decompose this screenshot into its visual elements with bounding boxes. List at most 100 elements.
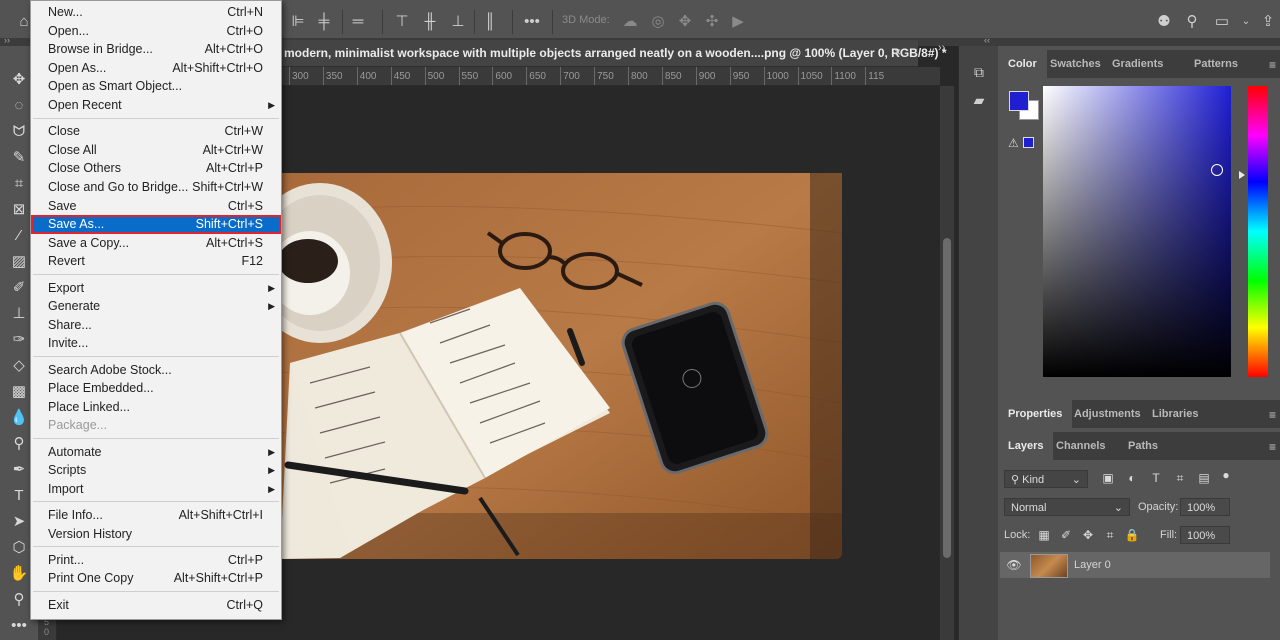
- menu-item-open-as-smart-object[interactable]: Open as Smart Object...: [31, 77, 281, 96]
- eyedropper-tool-icon[interactable]: ⁄: [9, 226, 29, 246]
- layer-filter-kind[interactable]: ⚲ Kind ⌄: [1004, 470, 1088, 488]
- history-brush-icon[interactable]: ✑: [9, 330, 29, 350]
- filter-adjustment-icon[interactable]: ◐: [1124, 471, 1140, 485]
- share-icon[interactable]: ⇪: [1258, 12, 1278, 32]
- blend-mode-select[interactable]: Normal ⌄: [1004, 498, 1130, 516]
- comments-panel-icon[interactable]: ▰: [969, 92, 989, 112]
- panel-menu-icon[interactable]: ≡: [1269, 408, 1276, 422]
- vertical-scrollbar[interactable]: [940, 86, 954, 640]
- healing-brush-icon[interactable]: ▨: [9, 252, 29, 272]
- quick-select-tool-icon[interactable]: ✎: [9, 148, 29, 168]
- opacity-field[interactable]: 100%⌄: [1180, 498, 1230, 532]
- saturation-brightness-field[interactable]: [1043, 86, 1231, 377]
- more-tools-icon[interactable]: •••: [9, 616, 29, 636]
- gradient-tool-icon[interactable]: ▩: [9, 382, 29, 402]
- layer-name[interactable]: Layer 0: [1074, 559, 1111, 571]
- more-options-icon[interactable]: •••: [522, 12, 542, 32]
- menu-item-export[interactable]: Export ▶: [31, 279, 281, 298]
- lasso-tool-icon[interactable]: ᗢ: [9, 122, 29, 142]
- shape-tool-icon[interactable]: ⬡: [9, 538, 29, 558]
- tab-adjustments[interactable]: Adjustments: [1064, 400, 1151, 428]
- menu-item-close[interactable]: Close Ctrl+W: [31, 122, 281, 141]
- menu-item-new[interactable]: New... Ctrl+N: [31, 3, 281, 22]
- menu-item-search-adobe-stock[interactable]: Search Adobe Stock...: [31, 361, 281, 380]
- filter-toggle-icon[interactable]: ●: [1218, 468, 1234, 482]
- panel-menu-icon[interactable]: ≡: [1269, 58, 1276, 72]
- zoom-tool-icon[interactable]: ⚲: [9, 590, 29, 610]
- menu-item-share[interactable]: Share...: [31, 316, 281, 335]
- hand-tool-icon[interactable]: ✋: [9, 564, 29, 584]
- learn-icon[interactable]: ⚉: [1154, 12, 1174, 32]
- document-image[interactable]: [280, 173, 842, 559]
- menu-item-revert[interactable]: Revert F12: [31, 252, 281, 271]
- menu-item-automate[interactable]: Automate ▶: [31, 443, 281, 462]
- marquee-tool-icon[interactable]: ◌: [9, 96, 29, 116]
- workspace-dropdown-icon[interactable]: ⌄: [1236, 12, 1256, 32]
- align-right-icon[interactable]: ═: [348, 12, 368, 32]
- menu-item-close-all[interactable]: Close All Alt+Ctrl+W: [31, 141, 281, 160]
- workspace-icon[interactable]: ▭: [1212, 12, 1232, 32]
- lock-position-icon[interactable]: ✥: [1080, 528, 1096, 542]
- menu-item-close-and-go-to-bridge[interactable]: Close and Go to Bridge... Shift+Ctrl+W: [31, 178, 281, 197]
- menu-item-import[interactable]: Import ▶: [31, 480, 281, 499]
- distribute-icon[interactable]: ║: [480, 12, 500, 32]
- foreground-color-swatch[interactable]: [1009, 91, 1029, 111]
- expand-panels-icon[interactable]: ‹‹: [984, 35, 990, 45]
- filter-pixel-icon[interactable]: ▣: [1100, 471, 1116, 485]
- path-select-icon[interactable]: ➤: [9, 512, 29, 532]
- clone-stamp-icon[interactable]: ⊥: [9, 304, 29, 324]
- pen-tool-icon[interactable]: ✒: [9, 460, 29, 480]
- menu-item-open-as[interactable]: Open As... Alt+Shift+Ctrl+O: [31, 59, 281, 78]
- align-left-icon[interactable]: ⊫: [288, 12, 308, 32]
- frame-tool-icon[interactable]: ⊠: [9, 200, 29, 220]
- brush-tool-icon[interactable]: ✐: [9, 278, 29, 298]
- dodge-tool-icon[interactable]: ⚲: [9, 434, 29, 454]
- menu-item-save-a-copy[interactable]: Save a Copy... Alt+Ctrl+S: [31, 234, 281, 253]
- filter-smart-object-icon[interactable]: ▤: [1196, 471, 1212, 485]
- menu-item-open[interactable]: Open... Ctrl+O: [31, 22, 281, 41]
- lock-all-icon[interactable]: 🔒: [1124, 528, 1140, 542]
- menu-item-save-as[interactable]: Save As... Shift+Ctrl+S: [31, 215, 281, 235]
- fill-field[interactable]: 100%⌄: [1180, 526, 1230, 560]
- tab-swatches[interactable]: Swatches: [1040, 50, 1111, 78]
- filter-type-icon[interactable]: T: [1148, 471, 1164, 485]
- color-picker-ring[interactable]: [1211, 164, 1223, 176]
- search-icon[interactable]: ⚲: [1182, 12, 1202, 32]
- gamut-color-swatch[interactable]: [1023, 137, 1034, 148]
- menu-item-file-info[interactable]: File Info... Alt+Shift+Ctrl+I: [31, 506, 281, 525]
- menu-item-invite[interactable]: Invite...: [31, 334, 281, 353]
- menu-item-generate[interactable]: Generate ▶: [31, 297, 281, 316]
- lock-image-icon[interactable]: ✐: [1058, 528, 1074, 542]
- layer-thumbnail[interactable]: [1030, 554, 1068, 578]
- type-tool-icon[interactable]: T: [9, 486, 29, 506]
- tab-patterns[interactable]: Patterns: [1184, 50, 1248, 78]
- menu-item-scripts[interactable]: Scripts ▶: [31, 461, 281, 480]
- history-panel-icon[interactable]: ⧉: [969, 64, 989, 84]
- blur-tool-icon[interactable]: 💧: [9, 408, 29, 428]
- panel-menu-icon[interactable]: ≡: [1269, 440, 1276, 454]
- lock-artboard-icon[interactable]: ⌗: [1102, 528, 1118, 543]
- align-bottom-icon[interactable]: ⊥: [448, 12, 468, 32]
- menu-item-print[interactable]: Print... Ctrl+P: [31, 551, 281, 570]
- hue-slider[interactable]: [1248, 86, 1268, 377]
- align-top-icon[interactable]: ⊤: [392, 12, 412, 32]
- menu-item-close-others[interactable]: Close Others Alt+Ctrl+P: [31, 159, 281, 178]
- menu-item-version-history[interactable]: Version History: [31, 525, 281, 544]
- lock-transparent-icon[interactable]: ▦: [1036, 528, 1052, 542]
- menu-item-print-one-copy[interactable]: Print One Copy Alt+Shift+Ctrl+P: [31, 569, 281, 588]
- menu-item-place-linked[interactable]: Place Linked...: [31, 398, 281, 417]
- tab-libraries[interactable]: Libraries: [1142, 400, 1208, 428]
- tab-gradients[interactable]: Gradients: [1102, 50, 1173, 78]
- menu-item-place-embedded[interactable]: Place Embedded...: [31, 379, 281, 398]
- document-tab[interactable]: modern, minimalist workspace with multip…: [280, 40, 947, 67]
- menu-item-open-recent[interactable]: Open Recent ▶: [31, 96, 281, 115]
- align-middle-icon[interactable]: ╫: [420, 12, 440, 32]
- collapse-left-icon[interactable]: ››: [4, 35, 10, 45]
- hue-slider-marker[interactable]: [1239, 171, 1245, 179]
- move-tool-icon[interactable]: ✥: [9, 70, 29, 90]
- menu-item-save[interactable]: Save Ctrl+S: [31, 197, 281, 216]
- crop-tool-icon[interactable]: ⌗: [9, 174, 29, 194]
- filter-shape-icon[interactable]: ⌗: [1172, 471, 1188, 486]
- layer-visibility-eye-icon[interactable]: 👁: [1006, 558, 1022, 572]
- scrollbar-thumb[interactable]: [943, 238, 951, 558]
